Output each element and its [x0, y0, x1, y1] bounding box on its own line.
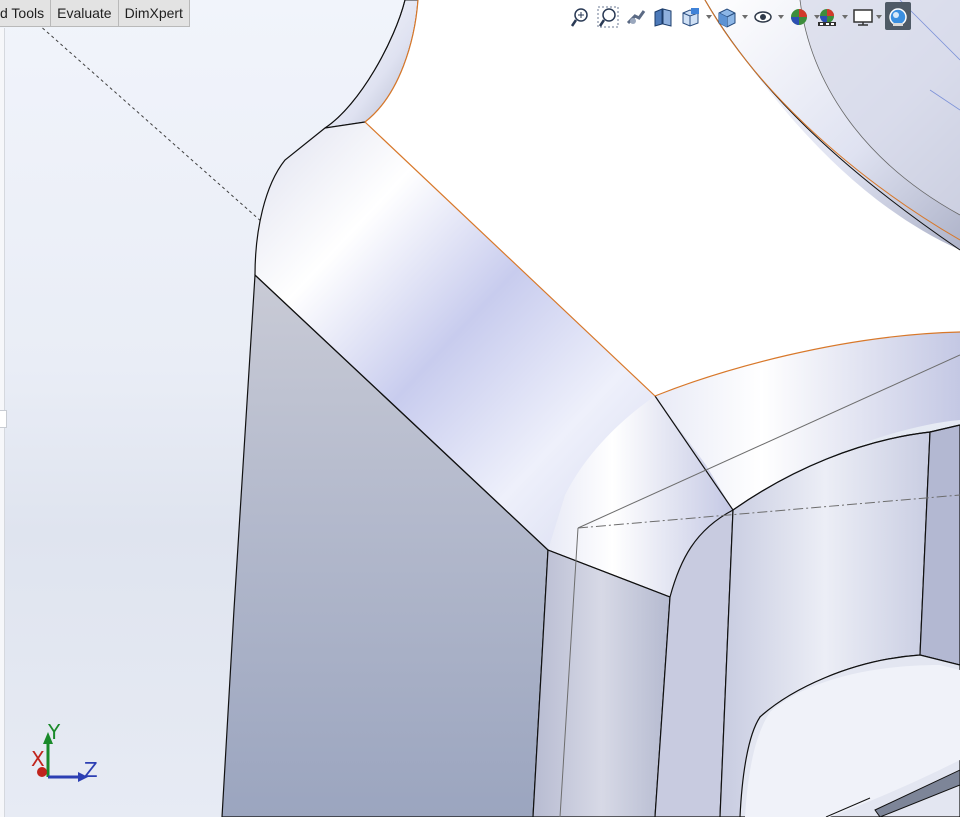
y-axis-label: Y: [48, 720, 61, 744]
reference-triad: Y X Z: [28, 720, 108, 790]
previous-view-icon[interactable]: [623, 2, 649, 30]
hide-show-items-icon[interactable]: [750, 2, 776, 30]
zoom-to-area-icon[interactable]: [595, 2, 621, 30]
zoom-to-fit-icon[interactable]: [568, 2, 594, 30]
section-view-icon[interactable]: [650, 2, 676, 30]
tab-evaluate[interactable]: Evaluate: [51, 0, 119, 27]
part-model[interactable]: [0, 0, 960, 817]
x-axis-label: X: [31, 747, 45, 771]
splitter-grip[interactable]: [0, 410, 7, 428]
display-style-icon[interactable]: [714, 2, 740, 30]
tab-dimxpert[interactable]: DimXpert: [118, 0, 190, 27]
edit-appearance-icon[interactable]: [786, 2, 812, 30]
view-orientation-icon[interactable]: [678, 2, 704, 30]
tab-sketch-tools[interactable]: d Tools: [0, 0, 52, 27]
view-settings-icon[interactable]: [850, 2, 876, 30]
z-axis-label: Z: [84, 758, 98, 782]
construction-axis-line: [37, 23, 263, 223]
front-narrow-face: [532, 549, 671, 817]
command-manager-tabs: d Tools Evaluate DimXpert: [0, 0, 190, 28]
realview-icon[interactable]: [885, 2, 911, 30]
graphics-area[interactable]: [0, 0, 960, 817]
apply-scene-icon[interactable]: [814, 2, 840, 30]
